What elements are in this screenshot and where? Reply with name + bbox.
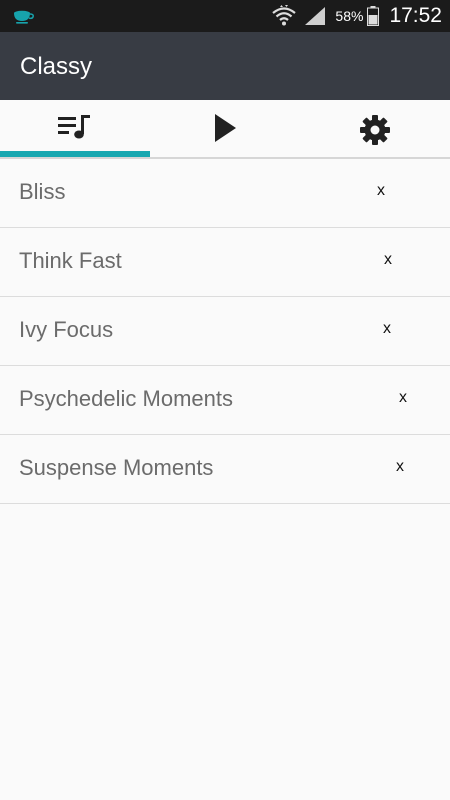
remove-button[interactable]: x [396, 458, 404, 476]
selected-tab-indicator [0, 151, 150, 157]
playlist-name: Think Fast [19, 248, 122, 273]
list-item[interactable]: Psychedelic Moments x [0, 366, 450, 435]
list-item[interactable]: Ivy Focus x [0, 297, 450, 366]
list-item[interactable]: Bliss x [0, 159, 450, 228]
playlist-name: Ivy Focus [19, 317, 114, 342]
app-title: Classy [20, 53, 93, 80]
battery-percent: 58% [335, 8, 364, 24]
play-icon [215, 114, 236, 142]
remove-button[interactable]: x [384, 251, 392, 269]
list-item[interactable]: Think Fast x [0, 228, 450, 297]
playlist-name: Bliss [19, 179, 66, 204]
tab-player[interactable] [150, 100, 300, 157]
playlist-name: Suspense Moments [19, 455, 214, 480]
app-bar: Classy [0, 32, 450, 100]
list-item[interactable]: Suspense Moments x [0, 435, 450, 504]
clock: 17:52 [389, 4, 442, 27]
playlist-name: Psychedelic Moments [19, 386, 233, 411]
status-bar: 58% 17:52 [0, 0, 450, 32]
wifi-icon [272, 5, 297, 26]
remove-button[interactable]: x [377, 182, 385, 200]
gear-icon [360, 115, 390, 145]
tab-settings[interactable] [300, 100, 450, 157]
playlist-list: Bliss x Think Fast x Ivy Focus x Psyched… [0, 159, 450, 504]
tab-bar [0, 100, 450, 159]
remove-button[interactable]: x [383, 320, 391, 338]
teacup-icon [14, 10, 34, 24]
tab-playlists[interactable] [0, 100, 150, 157]
battery-icon [367, 6, 380, 26]
signal-icon [305, 7, 326, 25]
playlist-icon [58, 115, 90, 139]
remove-button[interactable]: x [399, 389, 407, 407]
